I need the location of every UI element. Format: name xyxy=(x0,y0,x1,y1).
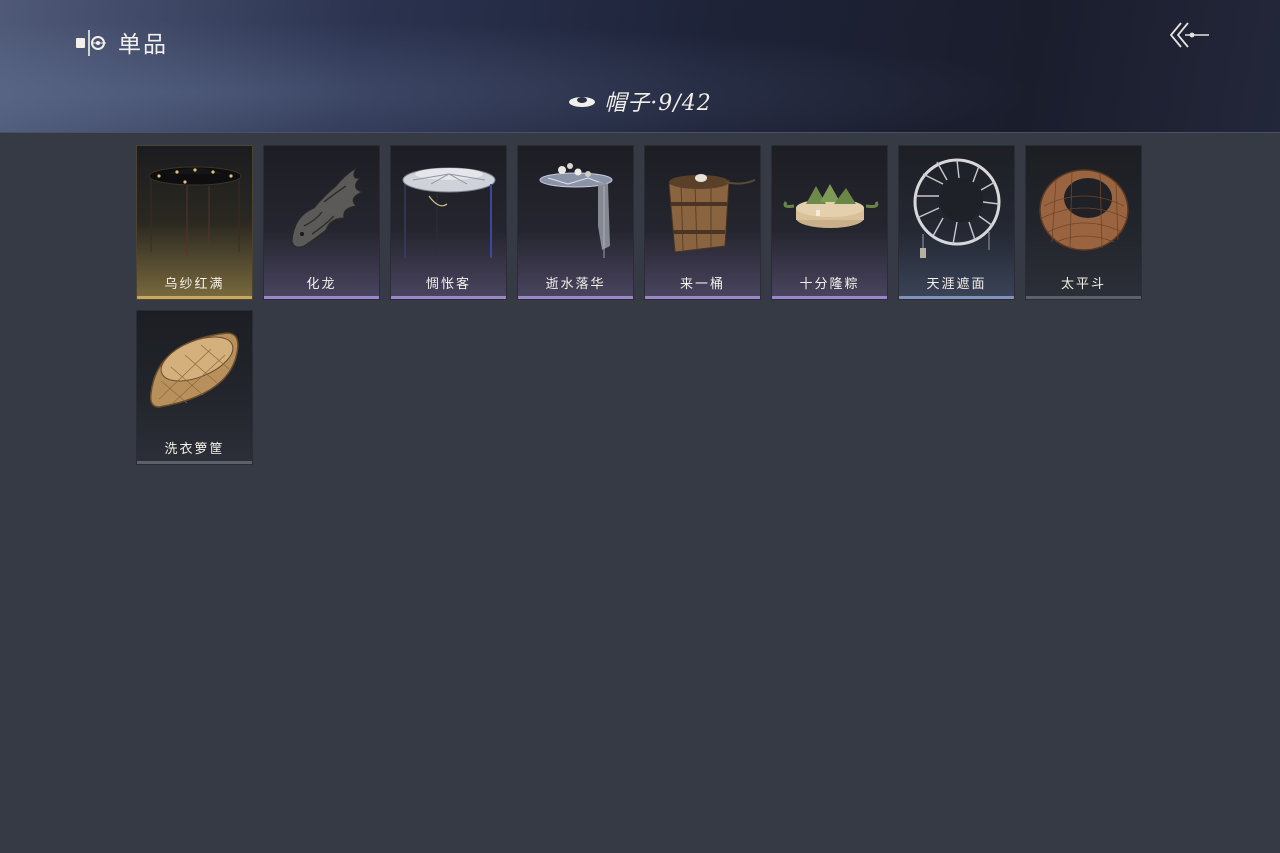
wardrobe-icon xyxy=(76,30,106,56)
item-card[interactable]: 乌纱红满 xyxy=(136,145,253,300)
breadcrumb-label: 单品 xyxy=(118,32,168,58)
item-name: 天涯遮面 xyxy=(926,277,987,292)
item-name: 化龙 xyxy=(306,277,337,292)
item-card[interactable]: 洗衣箩筐 xyxy=(136,310,253,465)
rarity-bar xyxy=(518,296,633,299)
bamboo-frame-hat-image xyxy=(913,158,1001,258)
page-title: 帽子·9/42 xyxy=(0,84,1280,118)
bamboo-basket-hat-image xyxy=(1039,169,1129,251)
item-name: 来一桶 xyxy=(679,277,725,292)
veiled-straw-hat-image xyxy=(402,167,496,258)
item-name: 乌纱红满 xyxy=(164,277,225,292)
rarity-bar xyxy=(772,296,887,299)
rarity-bar xyxy=(899,296,1014,299)
item-name: 太平斗 xyxy=(1060,277,1106,292)
item-name: 逝水落华 xyxy=(545,277,606,292)
item-card[interactable]: 十分隆粽 xyxy=(771,145,888,300)
item-card[interactable]: 惆怅客 xyxy=(390,145,507,300)
wooden-bucket-image xyxy=(668,174,756,253)
item-name: 十分隆粽 xyxy=(799,277,860,292)
dragon-mask-image xyxy=(291,166,364,248)
rarity-bar xyxy=(1026,296,1141,299)
item-card[interactable]: 化龙 xyxy=(263,145,380,300)
back-arrow-icon[interactable] xyxy=(1165,18,1211,52)
item-card[interactable]: 天涯遮面 xyxy=(898,145,1015,300)
item-name: 洗衣箩筐 xyxy=(164,442,225,457)
laundry-basket-image xyxy=(149,332,239,408)
rarity-bar xyxy=(137,296,252,299)
item-name: 惆怅客 xyxy=(425,277,471,292)
item-card[interactable]: 来一桶 xyxy=(644,145,761,300)
rarity-bar xyxy=(391,296,506,299)
top-header: 单品 帽子·9/42 xyxy=(0,0,1280,133)
flower-veil-hat-image xyxy=(539,163,613,258)
black-gauze-hat-image xyxy=(148,166,242,256)
item-card[interactable]: 太平斗 xyxy=(1025,145,1142,300)
page-title-text: 帽子·9/42 xyxy=(604,91,712,116)
item-card[interactable]: 逝水落华 xyxy=(517,145,634,300)
rarity-bar xyxy=(645,296,760,299)
breadcrumb: 单品 xyxy=(74,26,168,58)
rarity-bar xyxy=(137,461,252,464)
rarity-bar xyxy=(264,296,379,299)
hat-icon xyxy=(569,97,596,107)
zongzi-steamer-hat-image xyxy=(783,184,879,228)
